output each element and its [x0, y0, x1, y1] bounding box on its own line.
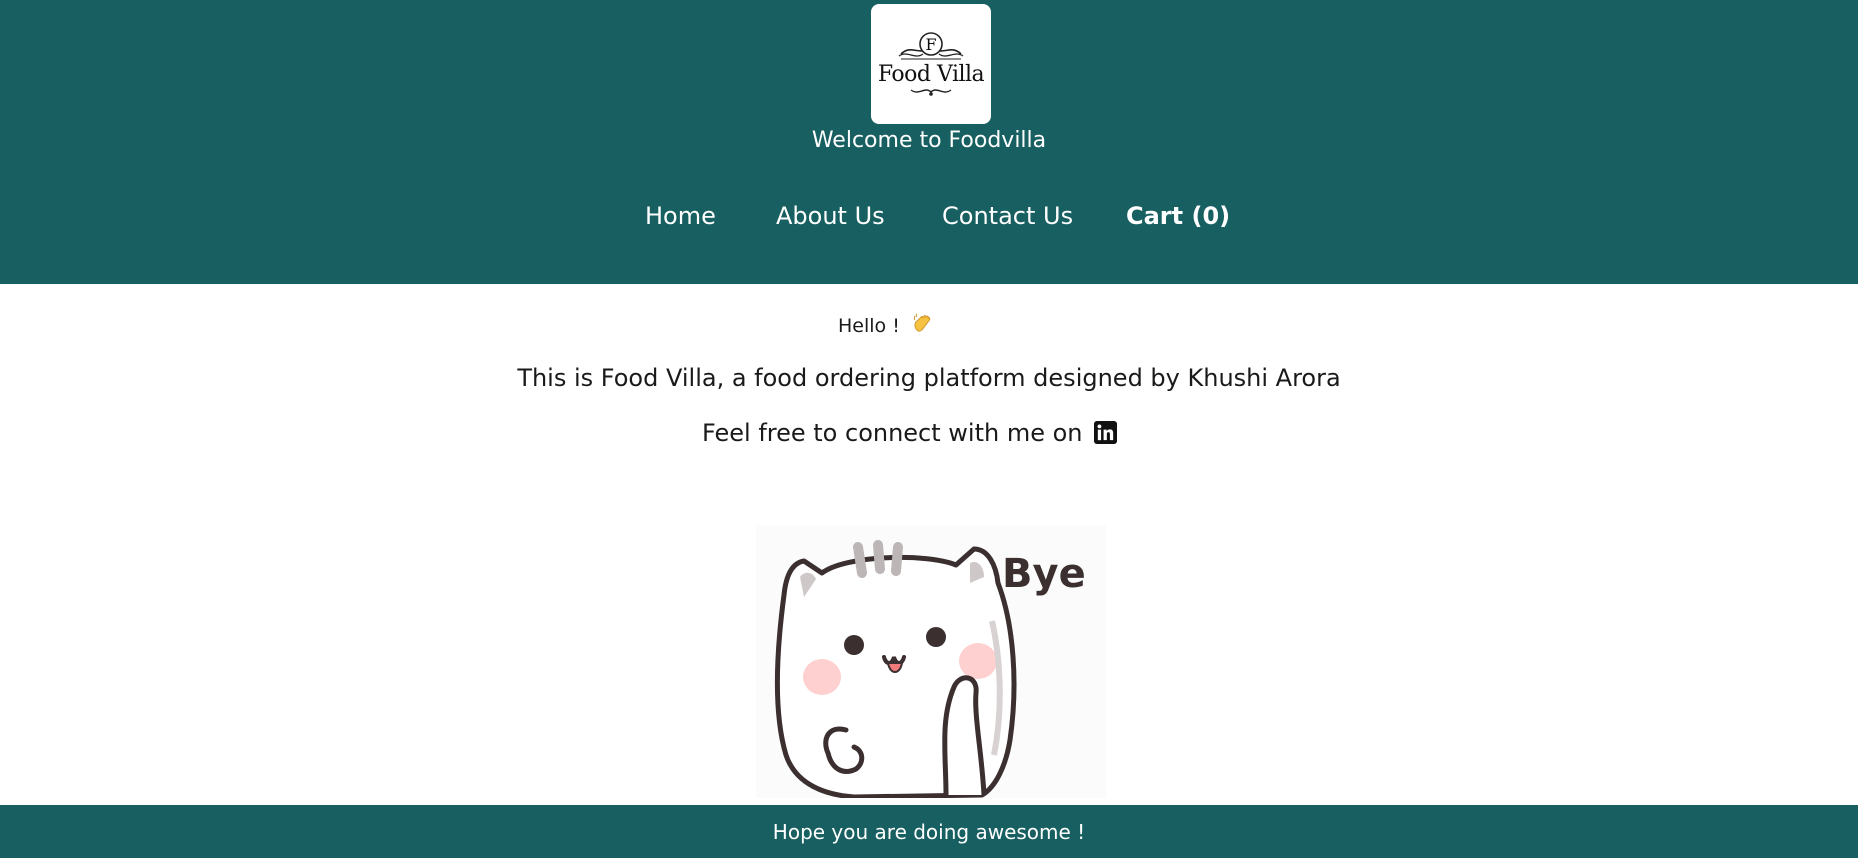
- logo-letter: F: [925, 35, 936, 54]
- site-footer: Hope you are doing awesome !: [0, 805, 1858, 858]
- nav-contact-link[interactable]: Contact Us: [942, 202, 1073, 230]
- footer-message: Hope you are doing awesome !: [772, 820, 1086, 844]
- greeting-text: Hello !: [838, 315, 900, 337]
- site-header: F Food Villa Welcome to Foodvilla Home A…: [0, 0, 1858, 284]
- connect-line: Feel free to connect with me on: [702, 419, 1118, 447]
- cat-illustration: Bye: [775, 540, 1086, 800]
- connect-text: Feel free to connect with me on: [702, 419, 1083, 447]
- intro-text: This is Food Villa, a food ordering plat…: [517, 364, 1341, 392]
- logo-name: Food Villa: [877, 62, 985, 87]
- sticker-caption: Bye: [1002, 551, 1086, 597]
- bye-cat-sticker: Bye: [756, 525, 1106, 800]
- welcome-text: Welcome to Foodvilla: [811, 128, 1047, 153]
- greeting: Hello !: [838, 312, 934, 337]
- main-nav: Home About Us Contact Us Cart (0): [0, 202, 1858, 234]
- linkedin-icon[interactable]: [1094, 421, 1118, 444]
- nav-cart-link[interactable]: Cart (0): [1126, 202, 1230, 230]
- waving-hand-icon: [913, 313, 931, 332]
- nav-about-link[interactable]: About Us: [776, 202, 885, 230]
- nav-home-link[interactable]: Home: [645, 202, 716, 230]
- logo[interactable]: F Food Villa: [871, 4, 991, 124]
